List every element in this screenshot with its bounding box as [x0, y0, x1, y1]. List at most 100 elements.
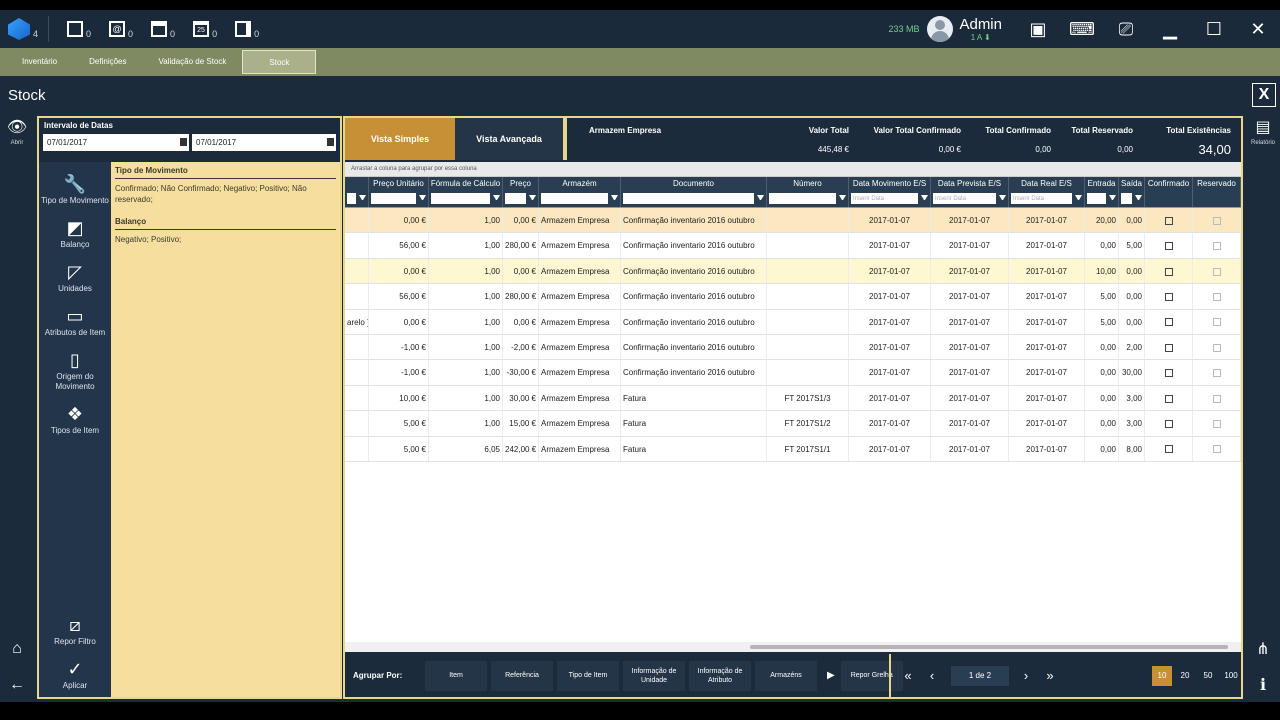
minimize-icon[interactable]: ▁ — [1148, 10, 1192, 48]
filter-input[interactable] — [769, 193, 836, 204]
first-page-icon[interactable]: « — [897, 665, 919, 687]
page-size-20[interactable]: 20 — [1175, 666, 1195, 686]
column-header[interactable]: Data Real E/S — [1009, 177, 1085, 191]
group-unidade-button[interactable]: Informação de Unidade — [623, 660, 685, 691]
column-header[interactable]: Documento — [621, 177, 767, 191]
filter-funnel-icon[interactable] — [757, 195, 764, 200]
close-window-icon[interactable]: ✕ — [1236, 10, 1280, 48]
avatar[interactable] — [927, 16, 954, 42]
simple-view-button[interactable]: Vista Simples — [345, 118, 455, 160]
filter-input[interactable] — [541, 193, 608, 204]
email-shortcut[interactable]: @ 0 — [109, 19, 133, 39]
note-shortcut[interactable]: 0 — [151, 19, 175, 39]
share-icon[interactable]: ⋔ — [1250, 636, 1276, 662]
group-item-button[interactable]: Item — [425, 660, 487, 691]
back-arrow-icon[interactable]: ← — [4, 672, 30, 698]
tab-stock[interactable]: Stock — [242, 50, 317, 74]
column-header[interactable]: Preço Unitário — [369, 177, 429, 191]
reserved-checkbox[interactable] — [1212, 267, 1221, 276]
home-icon[interactable]: ⌂ — [4, 636, 30, 662]
reserved-checkbox[interactable] — [1212, 369, 1221, 378]
category-atributos[interactable]: ▭ Atributos de Item — [39, 306, 111, 338]
last-page-icon[interactable]: » — [1039, 665, 1061, 687]
page-size-100[interactable]: 100 — [1221, 666, 1241, 686]
group-tipo-item-button[interactable]: Tipo de Item — [557, 660, 619, 691]
reserved-checkbox[interactable] — [1212, 420, 1221, 429]
date-to-input[interactable]: 07/01/2017 — [192, 134, 336, 151]
filter-input[interactable] — [1121, 193, 1132, 204]
table-row[interactable]: -1,00 €1,00 -30,00 € Armazem Empresa Confir… — [345, 360, 1241, 386]
user-block[interactable]: Admin 1 A ⬇ — [959, 16, 1002, 42]
group-armazens-button[interactable]: Armazéns — [755, 660, 817, 691]
filter-input[interactable] — [431, 193, 490, 204]
close-page-button[interactable]: X — [1252, 83, 1276, 107]
confirmed-checkbox[interactable] — [1164, 318, 1173, 327]
advanced-view-button[interactable]: Vista Avançada — [455, 118, 565, 160]
table-row[interactable]: 5,00 €1,00 15,00 € Armazem Empresa Fatura FT… — [345, 411, 1241, 437]
category-unidades[interactable]: ◸ Unidades — [39, 262, 111, 294]
column-header[interactable]: Entrada — [1085, 177, 1119, 191]
table-row[interactable]: 0,00 €1,00 0,00 € Armazem Empresa Confirmaç… — [345, 258, 1241, 285]
tab-definicoes[interactable]: Definições — [73, 50, 142, 74]
column-header[interactable]: Data Prevista E/S — [931, 177, 1009, 191]
screen-icon[interactable]: ⎚ — [1104, 10, 1148, 48]
column-header[interactable]: Fórmula de Cálculo — [429, 177, 503, 191]
confirmed-checkbox[interactable] — [1164, 369, 1173, 378]
filter-input[interactable] — [505, 193, 526, 204]
category-tipo-movimento[interactable]: 🔧 Tipo de Movimento — [39, 174, 111, 206]
table-row[interactable]: 10,00 €1,00 30,00 € Armazem Empresa Fatura F… — [345, 385, 1241, 412]
column-header[interactable]: Data Movimento E/S — [849, 177, 931, 191]
reserved-checkbox[interactable] — [1212, 318, 1221, 327]
reserved-checkbox[interactable] — [1212, 216, 1221, 225]
column-header[interactable]: Confirmado — [1145, 177, 1193, 191]
confirmed-checkbox[interactable] — [1164, 343, 1173, 352]
table-row[interactable]: -1,00 €1,00 -2,00 € Armazem Empresa Confirm… — [345, 334, 1241, 361]
filter-funnel-icon[interactable] — [1075, 195, 1082, 200]
group-referencia-button[interactable]: Referência — [491, 660, 553, 691]
info-icon[interactable]: ℹ — [1250, 672, 1276, 698]
eye-icon[interactable]: 👁 — [4, 114, 30, 140]
table-row[interactable]: 5,00 €6,05 242,00 € Armazem Empresa Fatura F… — [345, 436, 1241, 462]
filter-funnel-icon[interactable] — [1109, 195, 1116, 200]
confirmed-checkbox[interactable] — [1164, 445, 1173, 454]
column-header[interactable]: Armazém — [539, 177, 621, 191]
tab-inventario[interactable]: Inventário — [0, 50, 73, 74]
filter-input[interactable] — [1087, 193, 1106, 204]
app-logo-icon[interactable] — [8, 18, 30, 40]
filter-funnel-icon[interactable] — [419, 195, 426, 200]
filter-funnel-icon[interactable] — [611, 195, 618, 200]
scroll-thumb[interactable] — [750, 645, 1228, 649]
filter-input[interactable] — [347, 193, 356, 204]
confirmed-checkbox[interactable] — [1164, 293, 1173, 302]
table-row[interactable]: arelo ] 0,00 €1,00 0,00 € Armazem Empresa Co… — [345, 309, 1241, 335]
table-row[interactable]: 56,00 €1,00 280,00 € Armazem Empresa Confir… — [345, 233, 1241, 259]
confirmed-checkbox[interactable] — [1164, 394, 1173, 403]
prev-page-icon[interactable]: ‹ — [921, 665, 943, 687]
document-shortcut[interactable]: 0 — [67, 19, 91, 39]
keyboard-icon[interactable]: ⌨ — [1060, 10, 1104, 48]
table-row[interactable]: 0,00 €1,00 0,00 € Armazem Empresa Confirmaç… — [345, 208, 1241, 234]
reserved-checkbox[interactable] — [1212, 394, 1221, 403]
tab-validacao-stock[interactable]: Validação de Stock — [143, 50, 243, 74]
calendar-icon[interactable] — [180, 138, 187, 146]
confirmed-checkbox[interactable] — [1164, 216, 1173, 225]
category-tipos-item[interactable]: ❖ Tipos de Item — [39, 404, 111, 436]
confirmed-checkbox[interactable] — [1164, 267, 1173, 276]
filter-input[interactable]: Inserir Data — [851, 193, 918, 204]
chevron-right-icon[interactable]: ▶ — [827, 670, 835, 681]
horizontal-scrollbar[interactable] — [345, 642, 1241, 652]
page-size-10[interactable]: 10 — [1152, 665, 1172, 686]
filter-funnel-icon[interactable] — [529, 195, 536, 200]
filter-funnel-icon[interactable] — [921, 195, 928, 200]
column-header[interactable]: Reservado — [1193, 177, 1241, 191]
category-origem[interactable]: ▯ Origem do Movimento — [39, 350, 111, 392]
column-header[interactable] — [345, 177, 369, 191]
filter-funnel-icon[interactable] — [839, 195, 846, 200]
group-drop-area[interactable]: Arrastar a coluna para agrupar por essa … — [345, 162, 1241, 177]
confirmed-checkbox[interactable] — [1164, 242, 1173, 251]
filter-input[interactable]: Inserir Data — [1011, 193, 1072, 204]
next-page-icon[interactable]: › — [1015, 665, 1037, 687]
filter-input[interactable]: Inserir Data — [933, 193, 996, 204]
reserved-checkbox[interactable] — [1212, 343, 1221, 352]
date-from-input[interactable]: 07/01/2017 — [43, 134, 189, 151]
